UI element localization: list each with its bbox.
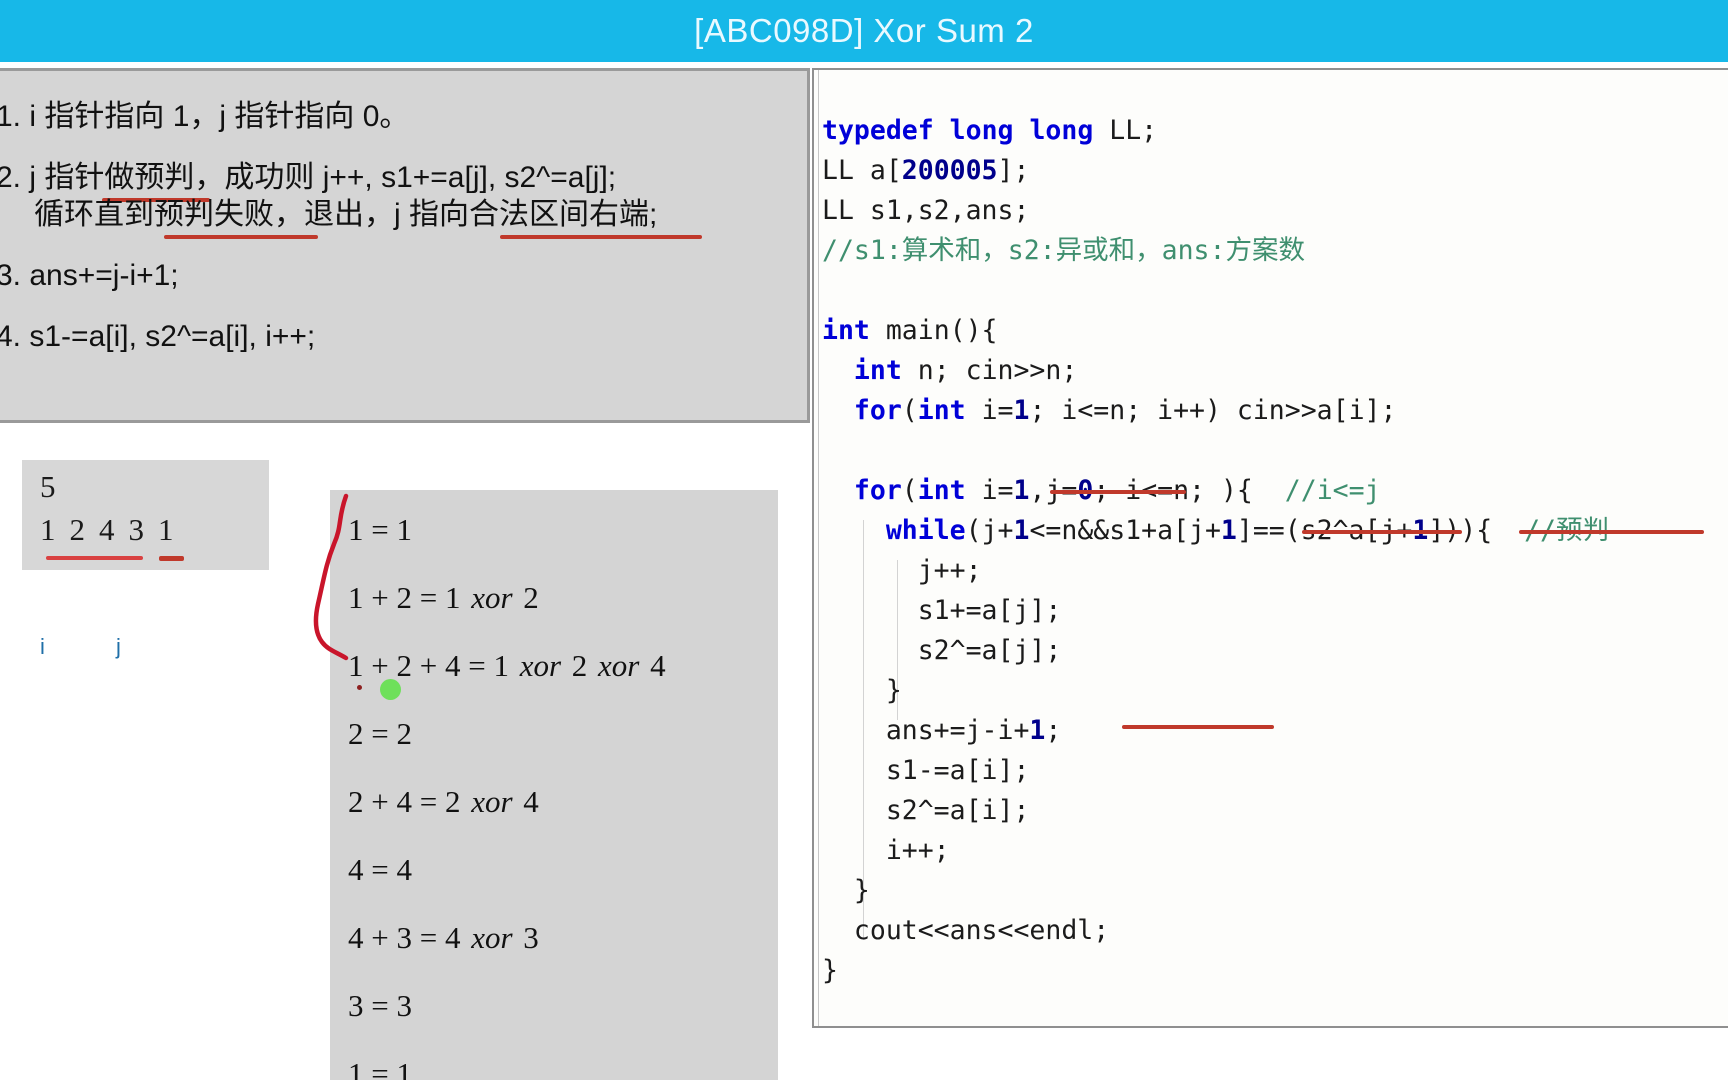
equation-line-0: 1 = 1 [348,512,412,547]
equation-line-1: 1 + 2 = 1 xor 2 [348,580,539,615]
step-2-text: j 指针做预判，成功则 j++, s1+=a[j], s2^=a[j]; [29,161,617,194]
step-2-cont-text: 循环直到预判失败，退出，j 指向合法区间右端; [34,198,658,231]
array-example-box: 5 12431 [22,460,269,570]
source-code[interactable]: typedef long long LL; LL a[200005]; LL s… [822,111,1609,991]
step-1-text: i 指针指向 1，j 指针指向 0。 [29,100,410,133]
code-gutter [814,70,819,1026]
xor-operator: xor [471,580,513,615]
array-values: 12431 [40,512,269,548]
equation-line-2: 1 + 2 + 4 = 1 xor 2 xor 4 [348,648,666,683]
equation-line-4: 2 + 4 = 2 xor 4 [348,784,539,819]
step-item-4: 4. s1-=a[i], s2^=a[i], i++; [0,317,799,356]
array-value-4: 1 [158,512,188,548]
code-underline-xor-expr [1519,530,1704,534]
red-dot-mark [357,685,362,690]
underline-hefa-qujian [500,235,702,239]
array-value-1: 2 [69,512,99,548]
xor-operator: xor [519,648,562,683]
step-3-number: 3. [0,259,22,292]
algorithm-steps-panel: 1. i 指针指向 1，j 指针指向 0。 2. j 指针做预判，成功则 j++… [0,68,810,423]
array-value-0: 1 [40,512,70,548]
code-underline-init [1050,490,1186,494]
equation-line-8: 1 = 1 [348,1056,412,1080]
underline-window-range [46,556,143,560]
step-item-1: 1. i 指针指向 1，j 指针指向 0。 [0,97,799,136]
pointer-label-j: j [116,634,121,659]
equation-line-3: 2 = 2 [348,716,412,751]
left-column: 1. i 指针指向 1，j 指针指向 0。 2. j 指针做预判，成功则 j++… [0,62,812,1080]
step-3-text: ans+=j-i+1; [29,259,179,292]
step-item-2: 2. j 指针做预判，成功则 j++, s1+=a[j], s2^=a[j]; [0,158,799,202]
underline-yupan-shibai [164,235,318,239]
pointer-label-i: i [40,634,45,659]
xor-operator: xor [471,920,513,955]
code-editor-panel[interactable]: typedef long long LL; LL a[200005]; LL s… [812,68,1728,1028]
code-underline-sum-expr [1302,530,1462,534]
equation-line-7: 3 = 3 [348,988,412,1023]
code-underline-ans-expr [1122,725,1274,729]
step-4-number: 4. [0,320,22,353]
xor-operator: xor [598,648,640,683]
title-bar: [ABC098D] Xor Sum 2 [0,0,1728,62]
array-value-2: 4 [99,512,129,548]
xor-operator: xor [471,784,513,819]
step-item-3: 3. ans+=j-i+1; [0,256,799,295]
step-4-text: s1-=a[i], s2^=a[i], i++; [29,320,316,353]
red-brace-annotation [313,493,349,661]
step-1-number: 1. [0,100,22,133]
underline-next-element [159,556,184,561]
page-title: [ABC098D] Xor Sum 2 [694,12,1034,49]
equation-line-6: 4 + 3 = 4 xor 3 [348,920,539,955]
equation-line-5: 4 = 4 [348,852,412,887]
array-count: 5 [40,469,56,504]
slide-root: [ABC098D] Xor Sum 2 1. i 指针指向 1，j 指针指向 0… [0,0,1728,1080]
array-value-3: 3 [128,512,158,548]
equations-box: 1 = 1 1 + 2 = 1 xor 2 1 + 2 + 4 = 1 xor … [330,490,778,1080]
step-item-2-continued: 循环直到预判失败，退出，j 指向合法区间右端; [34,195,799,239]
step-2-number: 2. [0,161,22,194]
green-cursor-pointer[interactable] [380,679,401,700]
